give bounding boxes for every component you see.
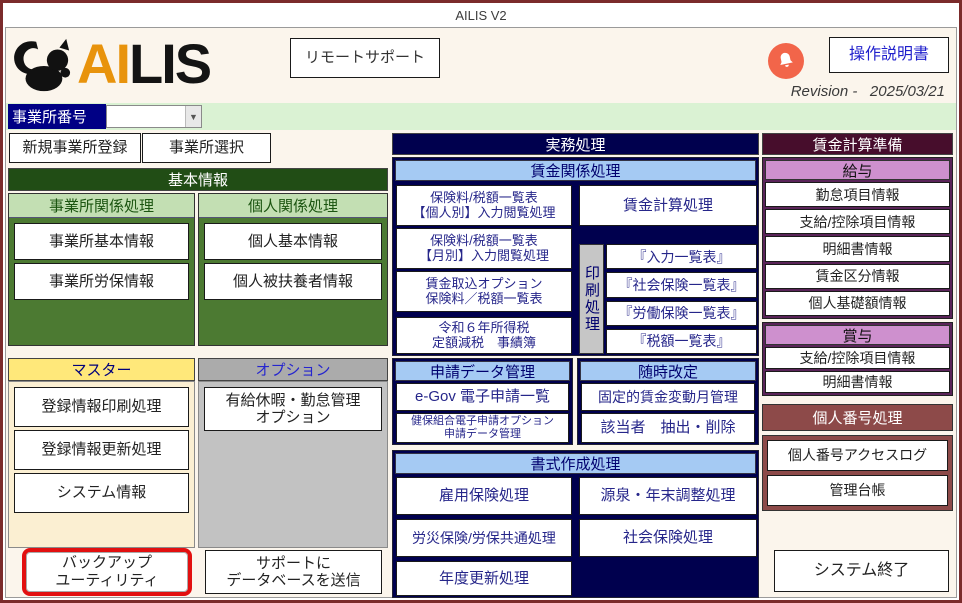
logo-lis-text: LIS <box>129 32 210 95</box>
revision-info: Revision - 2025/03/21 <box>791 83 945 100</box>
squirrel-logo-icon <box>11 35 73 95</box>
mynumber-header: 個人番号処理 <box>762 404 953 431</box>
office-relations-header: 事業所関係処理 <box>9 194 194 218</box>
wage-processing-header: 賃金関係処理 <box>395 160 756 181</box>
office-labor-info-button[interactable]: 事業所労保情報 <box>14 263 189 300</box>
labor-insurance-list-button[interactable]: 『労働保険一覧表』 <box>606 301 757 326</box>
form-creation-panel: 書式作成処理 雇用保険処理 労災保険/労保共通処理 年度更新処理 源泉・年末調整… <box>392 450 759 598</box>
print-processing-label: 印刷処理 <box>579 244 604 354</box>
office-basic-info-button[interactable]: 事業所基本情報 <box>14 223 189 260</box>
employment-insurance-button[interactable]: 雇用保険処理 <box>396 477 572 515</box>
annual-renewal-button[interactable]: 年度更新処理 <box>396 561 572 596</box>
form-creation-header: 書式作成処理 <box>395 453 756 474</box>
remote-support-button[interactable]: リモートサポート <box>290 38 440 78</box>
kenpo-application-option-button[interactable]: 健保組合電子申請オプション 申請データ管理 <box>396 413 569 443</box>
attendance-items-button[interactable]: 勤怠項目情報 <box>765 182 950 207</box>
occasional-revision-header: 随時改定 <box>580 361 756 381</box>
wage-category-info-button[interactable]: 賃金区分情報 <box>765 264 950 289</box>
backup-utility-button[interactable]: バックアップ ユーティリティ <box>22 548 192 596</box>
notification-bell-icon[interactable] <box>768 43 804 79</box>
withholding-yearend-button[interactable]: 源泉・年末調整処理 <box>579 477 757 515</box>
target-extract-delete-button[interactable]: 該当者 抽出・削除 <box>581 413 755 443</box>
office-number-select[interactable]: ▼ <box>106 105 202 128</box>
wage-calc-button[interactable]: 賃金計算処理 <box>579 185 757 226</box>
personal-relations-header: 個人関係処理 <box>199 194 387 218</box>
office-relations-panel: 事業所関係処理 事業所基本情報 事業所労保情報 <box>8 193 195 346</box>
salary-pay-deduction-items-button[interactable]: 支給/控除項目情報 <box>765 209 950 234</box>
bonus-statement-info-button[interactable]: 明細書情報 <box>765 371 950 393</box>
master-header: マスター <box>8 358 195 381</box>
option-panel: 有給休暇・勤怠管理 オプション <box>198 381 388 548</box>
wage-prep-header: 賃金計算準備 <box>762 133 953 155</box>
input-list-button[interactable]: 『入力一覧表』 <box>606 244 757 269</box>
personal-basic-info-button[interactable]: 個人基本情報 <box>204 223 382 260</box>
personal-dependents-button[interactable]: 個人被扶養者情報 <box>204 263 382 300</box>
management-ledger-button[interactable]: 管理台帳 <box>767 475 948 506</box>
personal-relations-panel: 個人関係処理 個人基本情報 個人被扶養者情報 <box>198 193 388 346</box>
basic-info-header: 基本情報 <box>8 168 388 191</box>
wage-import-option-button[interactable]: 賃金取込オプション 保険料／税額一覧表 <box>396 271 572 312</box>
personal-base-amount-button[interactable]: 個人基礎額情報 <box>765 291 950 316</box>
print-registered-info-button[interactable]: 登録情報印刷処理 <box>14 387 189 427</box>
salary-panel: 給与 勤怠項目情報 支給/控除項目情報 明細書情報 賃金区分情報 個人基礎額情報 <box>762 157 953 319</box>
master-panel: 登録情報印刷処理 登録情報更新処理 システム情報 <box>8 381 195 548</box>
salary-statement-info-button[interactable]: 明細書情報 <box>765 236 950 261</box>
system-info-button[interactable]: システム情報 <box>14 473 189 513</box>
app-logo: AILIS <box>77 36 210 92</box>
office-number-label: 事業所番号 <box>8 104 106 129</box>
social-insurance-list-button[interactable]: 『社会保険一覧表』 <box>606 272 757 297</box>
application-data-panel: 申請データ管理 e-Gov 電子申請一覧 健保組合電子申請オプション 申請データ… <box>392 358 573 445</box>
salary-header: 給与 <box>765 160 950 180</box>
bonus-pay-deduction-items-button[interactable]: 支給/控除項目情報 <box>765 347 950 369</box>
bonus-header: 賞与 <box>765 325 950 345</box>
system-exit-button[interactable]: システム終了 <box>774 550 949 592</box>
ins-tax-list-individual-button[interactable]: 保険料/税額一覧表 【個人別】入力閲覧処理 <box>396 185 572 226</box>
option-header: オプション <box>198 358 388 381</box>
occasional-revision-panel: 随時改定 固定的賃金変動月管理 該当者 抽出・削除 <box>577 358 759 445</box>
revision-date: 2025/03/21 <box>870 83 945 100</box>
update-registered-info-button[interactable]: 登録情報更新処理 <box>14 430 189 470</box>
egov-application-list-button[interactable]: e-Gov 電子申請一覧 <box>396 383 569 411</box>
mynumber-panel: 個人番号アクセスログ 管理台帳 <box>762 435 953 511</box>
bonus-panel: 賞与 支給/控除項目情報 明細書情報 <box>762 322 953 396</box>
fixed-wage-change-month-button[interactable]: 固定的賃金変動月管理 <box>581 383 755 411</box>
mynumber-access-log-button[interactable]: 個人番号アクセスログ <box>767 440 948 471</box>
ins-tax-list-monthly-button[interactable]: 保険料/税額一覧表 【月別】入力閲覧処理 <box>396 228 572 269</box>
social-insurance-processing-button[interactable]: 社会保険処理 <box>579 519 757 557</box>
print-buttons-group: 『入力一覧表』 『社会保険一覧表』 『労働保険一覧表』 『税額一覧表』 <box>606 244 757 354</box>
logo-ai-text: AI <box>77 32 129 95</box>
operations-header: 実務処理 <box>392 133 759 155</box>
revision-label: Revision - <box>791 83 858 100</box>
reiwa6-income-tax-button[interactable]: 令和６年所得税 定額減税 事績簿 <box>396 317 572 354</box>
wage-processing-panel: 賃金関係処理 保険料/税額一覧表 【個人別】入力閲覧処理 保険料/税額一覧表 【… <box>392 157 759 356</box>
register-new-office-button[interactable]: 新規事業所登録 <box>9 133 141 163</box>
application-data-header: 申請データ管理 <box>395 361 570 381</box>
chevron-down-icon[interactable]: ▼ <box>185 106 201 127</box>
send-database-button[interactable]: サポートに データベースを送信 <box>205 550 382 594</box>
workers-comp-common-button[interactable]: 労災保険/労保共通処理 <box>396 519 572 557</box>
window-title: AILIS V2 <box>3 3 959 27</box>
paid-leave-option-button[interactable]: 有給休暇・勤怠管理 オプション <box>204 387 382 431</box>
manual-button[interactable]: 操作説明書 <box>829 37 949 73</box>
select-office-button[interactable]: 事業所選択 <box>142 133 271 163</box>
app-window: AILIS V2 AILIS リモートサポート 操作説明書 Revision -… <box>0 0 962 603</box>
tax-list-button[interactable]: 『税額一覧表』 <box>606 329 757 354</box>
